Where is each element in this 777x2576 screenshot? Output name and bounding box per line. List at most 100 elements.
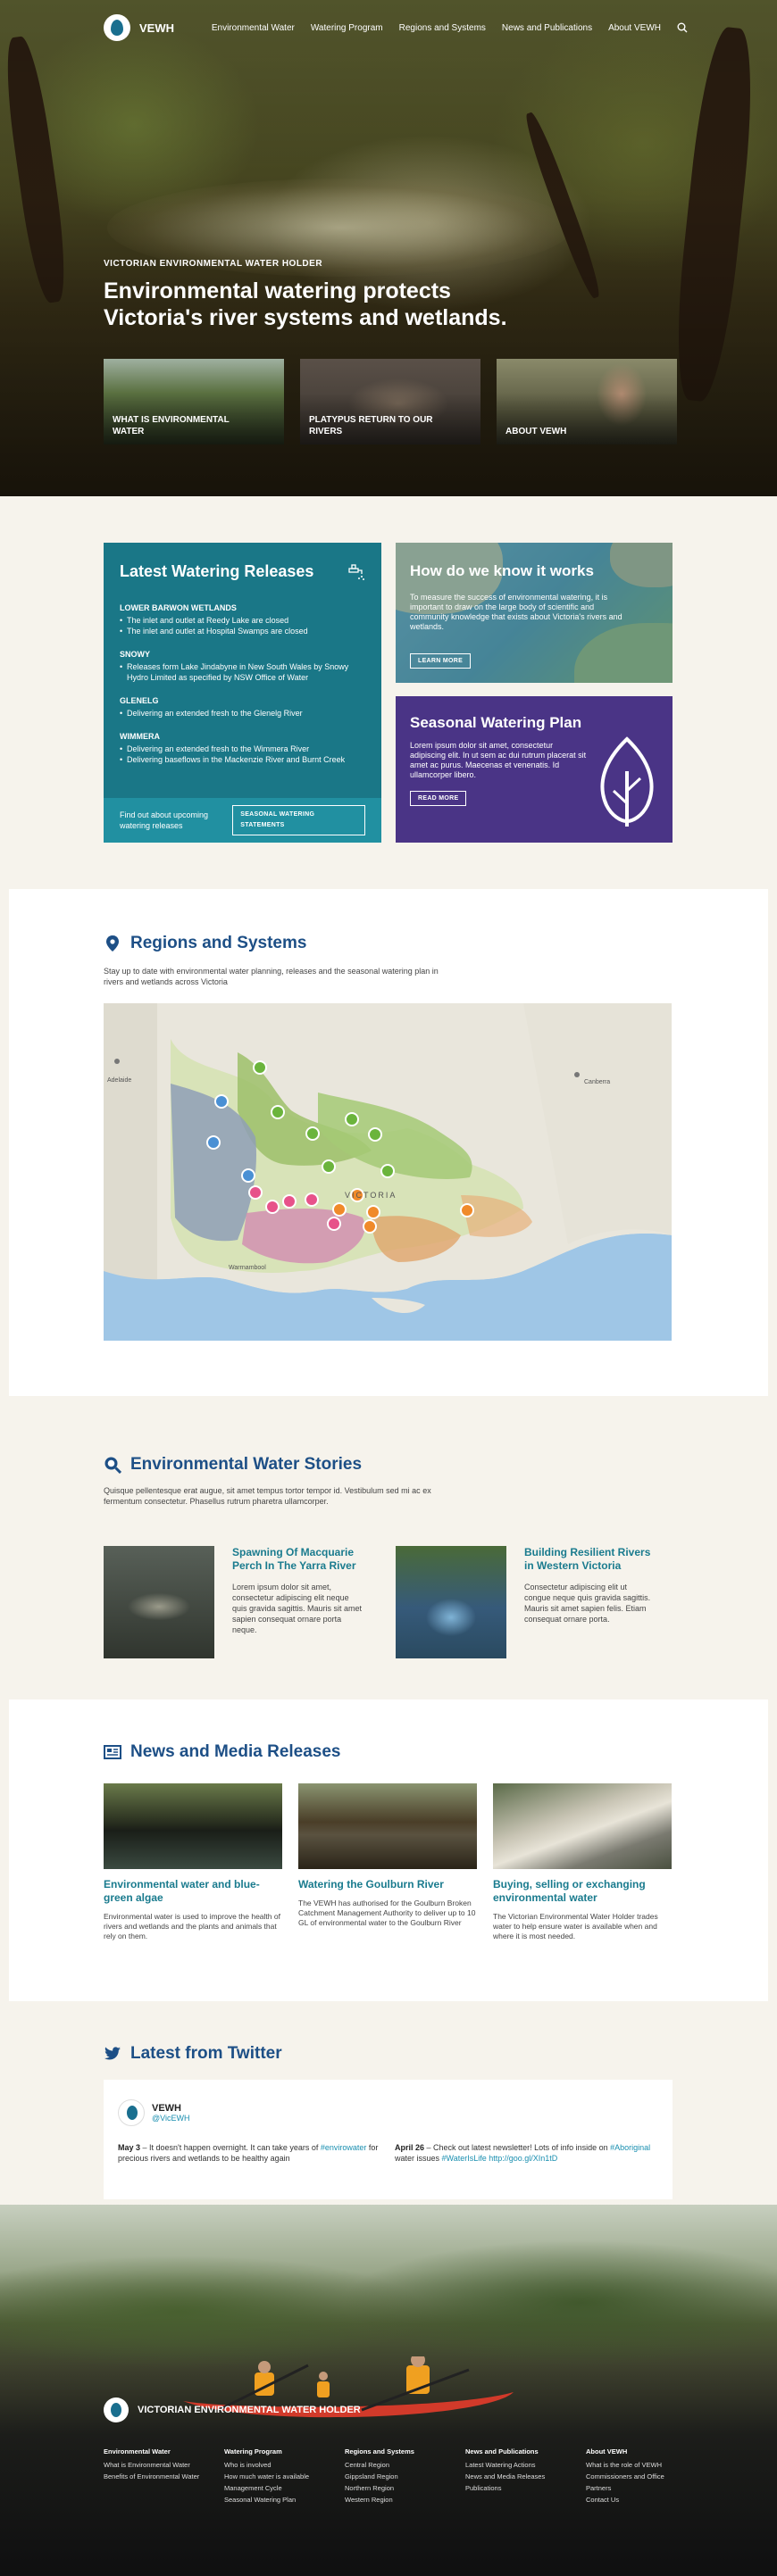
footer-column: Environmental Water What is Environmenta… xyxy=(104,2446,224,2505)
release-item: The inlet and outlet at Hospital Swamps … xyxy=(120,626,365,636)
footer-link[interactable]: How much water is available xyxy=(224,2471,345,2482)
twitter-account-name: VEWH xyxy=(152,2103,181,2114)
news-card[interactable]: Watering the Goulburn River The VEWH has… xyxy=(298,1783,477,1928)
features-section: Latest Watering Releases LOWER BARWON WE… xyxy=(0,496,777,889)
tile-label: WHAT IS ENVIRONMENTAL WATER xyxy=(113,415,230,436)
tile-about-vewh[interactable]: ABOUT VEWH xyxy=(497,359,677,445)
hero-text: VICTORIAN ENVIRONMENTAL WATER HOLDER Env… xyxy=(104,259,532,331)
story-title[interactable]: Building Resilient Rivers in Western Vic… xyxy=(524,1546,655,1573)
tweet-date: April 26 xyxy=(395,2143,425,2152)
tile-label: ABOUT VEWH xyxy=(505,427,567,436)
nav-watering-program[interactable]: Watering Program xyxy=(311,23,383,33)
footer-link[interactable]: Latest Watering Actions xyxy=(465,2459,586,2471)
footer-logo[interactable]: VICTORIAN ENVIRONMENTAL WATER HOLDER xyxy=(104,2397,361,2422)
news-title-text[interactable]: Environmental water and blue-green algae xyxy=(104,1878,282,1905)
news-card[interactable]: Environmental water and blue-green algae… xyxy=(104,1783,282,1941)
region-name: WIMMERA xyxy=(120,732,160,741)
footer-link[interactable]: News and Media Releases xyxy=(465,2471,586,2482)
stories-heading: Environmental Water Stories xyxy=(104,1455,362,1475)
footer-heading[interactable]: Regions and Systems xyxy=(345,2446,465,2457)
news-body: The Victorian Environmental Water Holder… xyxy=(493,1912,658,1940)
footer-link[interactable]: Western Region xyxy=(345,2494,465,2505)
main-menu: Environmental Water Watering Program Reg… xyxy=(212,22,688,33)
footer-link[interactable]: Seasonal Watering Plan xyxy=(224,2494,345,2505)
footer-heading[interactable]: News and Publications xyxy=(465,2446,586,2457)
footer-link[interactable]: Gippsland Region xyxy=(345,2471,465,2482)
map-label-canberra: Canberra xyxy=(584,1079,610,1085)
footer-column: About VEWH What is the role of VEWH Comm… xyxy=(586,2446,706,2505)
region-name: SNOWY xyxy=(120,650,151,659)
twitter-account[interactable]: VEWH @VicEWH xyxy=(118,2099,189,2126)
story-card[interactable]: Spawning Of Macquarie Perch In The Yarra… xyxy=(104,1546,363,1658)
how-we-know-card[interactable]: How do we know it works To measure the s… xyxy=(396,543,673,683)
search-icon[interactable] xyxy=(677,22,688,33)
nav-environmental-water[interactable]: Environmental Water xyxy=(212,23,295,33)
twitter-title: Latest from Twitter xyxy=(130,2044,282,2063)
tweet-link[interactable]: #WaterIsLife http://goo.gl/XIn1tD xyxy=(442,2154,558,2163)
footer-link[interactable]: Management Cycle xyxy=(224,2482,345,2494)
story-card[interactable]: Building Resilient Rivers in Western Vic… xyxy=(396,1546,655,1658)
twitter-feed-card: VEWH @VicEWH May 3 – It doesn't happen o… xyxy=(104,2080,673,2199)
news-image-weir xyxy=(493,1783,672,1869)
footer-link[interactable]: What is the role of VEWH xyxy=(586,2459,706,2471)
footer-link[interactable]: Northern Region xyxy=(345,2482,465,2494)
story-body: Lorem ipsum dolor sit amet, consectetur … xyxy=(232,1583,363,1634)
seasonal-watering-statements-button[interactable]: SEASONAL WATERING STATEMENTS xyxy=(232,805,365,835)
twitter-bird-icon xyxy=(104,2047,121,2060)
newspaper-icon xyxy=(104,1745,121,1759)
footer-link[interactable]: Central Region xyxy=(345,2459,465,2471)
learn-more-button[interactable]: LEARN MORE xyxy=(410,653,472,669)
tile-what-is-environmental-water[interactable]: WHAT IS ENVIRONMENTAL WATER xyxy=(104,359,284,445)
news-title: News and Media Releases xyxy=(130,1742,341,1761)
nav-about-vewh[interactable]: About VEWH xyxy=(608,23,661,33)
map-label-adelaide: Adelaide xyxy=(107,1077,131,1084)
region-name: GLENELG xyxy=(120,696,159,705)
tweet-date: May 3 xyxy=(118,2143,141,2152)
hero-eyebrow: VICTORIAN ENVIRONMENTAL WATER HOLDER xyxy=(104,259,323,269)
release-item: Delivering baseflows in the Mackenzie Ri… xyxy=(120,754,365,765)
footer-link[interactable]: Benefits of Environmental Water xyxy=(104,2471,224,2482)
release-item: The inlet and outlet at Reedy Lake are c… xyxy=(120,615,365,626)
vewh-logo-icon xyxy=(104,2397,129,2422)
regions-map[interactable]: Adelaide VICTORIA Warrnambool Canberra xyxy=(104,1003,672,1341)
news-heading: News and Media Releases xyxy=(104,1742,341,1762)
story-title[interactable]: Spawning Of Macquarie Perch In The Yarra… xyxy=(232,1546,363,1573)
footer-link[interactable]: Contact Us xyxy=(586,2494,706,2505)
news-title-text[interactable]: Watering the Goulburn River xyxy=(298,1878,477,1891)
nav-news-and-publications[interactable]: News and Publications xyxy=(502,23,592,33)
tile-label: PLATYPUS RETURN TO OUR RIVERS xyxy=(309,415,433,436)
read-more-button[interactable]: READ MORE xyxy=(410,791,467,806)
stories-title: Environmental Water Stories xyxy=(130,1455,363,1474)
tweet: April 26 – Check out latest newsletter! … xyxy=(395,2142,663,2164)
regions-section: Regions and Systems Stay up to date with… xyxy=(9,889,768,1396)
tweet-hashtag[interactable]: #Aboriginal xyxy=(610,2143,650,2152)
water-tap-icon xyxy=(348,563,364,580)
map-label-warrnambool: Warrnambool xyxy=(229,1265,266,1271)
news-title-text[interactable]: Buying, selling or exchanging environmen… xyxy=(493,1878,672,1905)
tweet-hashtag[interactable]: #envirowater xyxy=(321,2143,367,2152)
twitter-handle[interactable]: @VicEWH xyxy=(152,2114,189,2123)
story-body: Consectetur adipiscing elit ut congue ne… xyxy=(524,1583,651,1624)
story-image-river xyxy=(396,1546,506,1658)
footer-heading[interactable]: Watering Program xyxy=(224,2446,345,2457)
footer-link[interactable]: Who is involved xyxy=(224,2459,345,2471)
footer-text: Find out about upcoming watering release… xyxy=(120,810,209,830)
news-card[interactable]: Buying, selling or exchanging environmen… xyxy=(493,1783,672,1941)
footer-link[interactable]: Publications xyxy=(465,2482,586,2494)
hero-tiles: WHAT IS ENVIRONMENTAL WATER PLATYPUS RET… xyxy=(104,359,677,445)
footer-heading[interactable]: Environmental Water xyxy=(104,2446,224,2457)
footer-column: News and Publications Latest Watering Ac… xyxy=(465,2446,586,2505)
footer-link[interactable]: What is Environmental Water xyxy=(104,2459,224,2471)
footer-link[interactable]: Partners xyxy=(586,2482,706,2494)
tile-platypus[interactable]: PLATYPUS RETURN TO OUR RIVERS xyxy=(300,359,480,445)
regions-title: Regions and Systems xyxy=(130,934,307,952)
top-nav: VEWH Environmental Water Watering Progra… xyxy=(0,0,777,55)
seasonal-watering-plan-card[interactable]: Seasonal Watering Plan Lorem ipsum dolor… xyxy=(396,696,673,843)
nav-regions-and-systems[interactable]: Regions and Systems xyxy=(399,23,486,33)
news-image-algae xyxy=(104,1783,282,1869)
footer-link[interactable]: Commissioners and Office xyxy=(586,2471,706,2482)
footer-heading[interactable]: About VEWH xyxy=(586,2446,706,2457)
hero: VEWH Environmental Water Watering Progra… xyxy=(0,0,777,496)
site-logo[interactable]: VEWH xyxy=(104,14,174,41)
news-image-goulburn xyxy=(298,1783,477,1869)
